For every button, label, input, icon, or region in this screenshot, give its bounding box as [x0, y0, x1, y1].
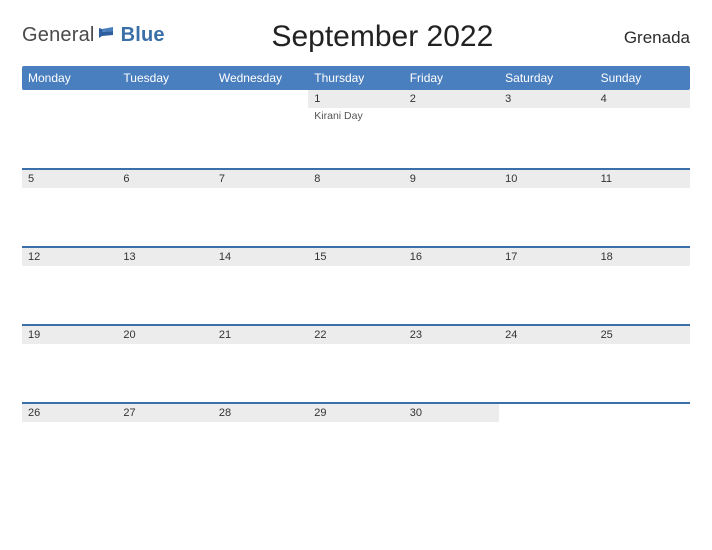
date-number: . [595, 404, 690, 422]
date-number: 18 [595, 248, 690, 266]
day-cell: 14 [213, 248, 308, 324]
country-label: Grenada [600, 18, 690, 48]
day-cell: 21 [213, 326, 308, 402]
day-cell: 3 [499, 90, 594, 168]
day-cell: 25 [595, 326, 690, 402]
day-cell: 11 [595, 170, 690, 246]
day-cell: . [213, 90, 308, 168]
day-cell: 9 [404, 170, 499, 246]
date-number: 11 [595, 170, 690, 188]
date-number: 28 [213, 404, 308, 422]
day-cell: 1 Kirani Day [308, 90, 403, 168]
day-cell: 22 [308, 326, 403, 402]
date-number: 23 [404, 326, 499, 344]
date-number: 17 [499, 248, 594, 266]
day-cell: 5 [22, 170, 117, 246]
day-cell: 18 [595, 248, 690, 324]
date-number: . [499, 404, 594, 422]
day-cell: 23 [404, 326, 499, 402]
date-number: 2 [404, 90, 499, 108]
day-cell: . [117, 90, 212, 168]
date-number: 16 [404, 248, 499, 266]
date-number: 3 [499, 90, 594, 108]
date-number: 8 [308, 170, 403, 188]
date-number: 7 [213, 170, 308, 188]
date-number: 4 [595, 90, 690, 108]
date-number: 9 [404, 170, 499, 188]
day-cell: . [499, 404, 594, 462]
header: General Blue September 2022 Grenada [22, 18, 690, 54]
day-cell: 17 [499, 248, 594, 324]
page-title: September 2022 [165, 18, 600, 54]
day-cell: 24 [499, 326, 594, 402]
flag-icon [99, 24, 119, 40]
date-number: 20 [117, 326, 212, 344]
brand-right: Blue [121, 24, 165, 47]
date-number: 6 [117, 170, 212, 188]
date-number: 27 [117, 404, 212, 422]
date-number: 15 [308, 248, 403, 266]
day-cell: 16 [404, 248, 499, 324]
date-number: 10 [499, 170, 594, 188]
date-number: 29 [308, 404, 403, 422]
day-cell: 28 [213, 404, 308, 462]
date-number: . [213, 90, 308, 108]
date-number: 26 [22, 404, 117, 422]
day-cell: . [22, 90, 117, 168]
day-header-row: Monday Tuesday Wednesday Thursday Friday… [22, 66, 690, 90]
day-header-cell: Thursday [308, 66, 403, 90]
day-header-cell: Saturday [499, 66, 594, 90]
week-row: 2627282930.. [22, 402, 690, 462]
day-header-cell: Tuesday [117, 66, 212, 90]
day-cell: 13 [117, 248, 212, 324]
day-header-cell: Monday [22, 66, 117, 90]
brand-left: General [22, 24, 95, 47]
date-number: 25 [595, 326, 690, 344]
brand-logo: General Blue [22, 18, 165, 47]
day-cell: 12 [22, 248, 117, 324]
day-cell: 8 [308, 170, 403, 246]
day-cell: 26 [22, 404, 117, 462]
date-number: 21 [213, 326, 308, 344]
week-row: ...1Kirani Day234 [22, 90, 690, 168]
day-cell: 7 [213, 170, 308, 246]
date-number: 24 [499, 326, 594, 344]
day-cell: 4 [595, 90, 690, 168]
date-number: 13 [117, 248, 212, 266]
day-cell: 15 [308, 248, 403, 324]
day-cell: . [595, 404, 690, 462]
date-number: 14 [213, 248, 308, 266]
date-number: 30 [404, 404, 499, 422]
day-cell: 30 [404, 404, 499, 462]
day-header-cell: Sunday [595, 66, 690, 90]
day-cell: 6 [117, 170, 212, 246]
date-number: . [117, 90, 212, 108]
day-cell: 2 [404, 90, 499, 168]
week-row: 12131415161718 [22, 246, 690, 324]
date-number: 1 [308, 90, 403, 108]
day-cell: 10 [499, 170, 594, 246]
event-label: Kirani Day [314, 110, 397, 122]
date-number: 12 [22, 248, 117, 266]
week-row: 567891011 [22, 168, 690, 246]
day-cell: 20 [117, 326, 212, 402]
calendar-grid: ...1Kirani Day23456789101112131415161718… [22, 90, 690, 462]
date-number: 19 [22, 326, 117, 344]
date-number: 22 [308, 326, 403, 344]
day-cell: 29 [308, 404, 403, 462]
day-cell: 27 [117, 404, 212, 462]
date-number: 5 [22, 170, 117, 188]
day-cell: 19 [22, 326, 117, 402]
day-header-cell: Wednesday [213, 66, 308, 90]
week-row: 19202122232425 [22, 324, 690, 402]
day-header-cell: Friday [404, 66, 499, 90]
date-number: . [22, 90, 117, 108]
